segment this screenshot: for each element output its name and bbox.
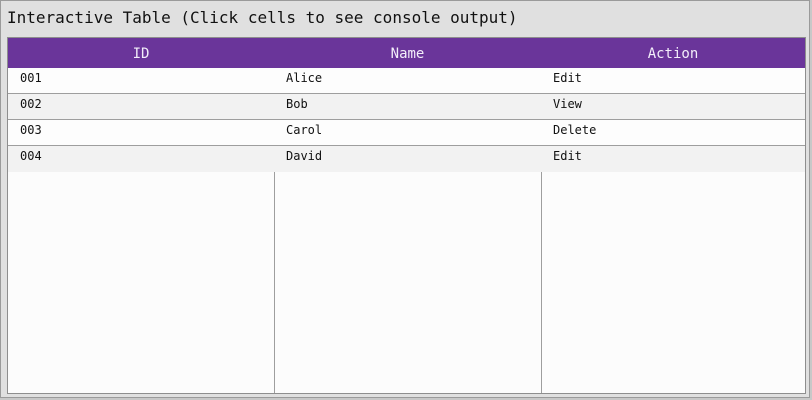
cell-action[interactable]: Edit — [541, 68, 805, 93]
cell-name[interactable]: Bob — [274, 94, 541, 119]
cell-id[interactable]: 003 — [8, 120, 274, 145]
cell-id[interactable]: 002 — [8, 94, 274, 119]
cell-name[interactable]: David — [274, 146, 541, 171]
cell-action[interactable]: View — [541, 94, 805, 119]
column-header-name[interactable]: Name — [274, 38, 541, 68]
cell-name[interactable]: Alice — [274, 68, 541, 93]
window-title: Interactive Table (Click cells to see co… — [7, 8, 518, 27]
table-row[interactable]: 002 Bob View — [8, 94, 805, 120]
table-row[interactable]: 004 David Edit — [8, 146, 805, 172]
cell-action[interactable]: Delete — [541, 120, 805, 145]
column-header-id[interactable]: ID — [8, 38, 274, 68]
column-header-action[interactable]: Action — [541, 38, 805, 68]
cell-id[interactable]: 001 — [8, 68, 274, 93]
data-table: ID Name Action 001 Alice Edit 002 Bob Vi… — [7, 37, 806, 394]
table-row[interactable]: 001 Alice Edit — [8, 68, 805, 94]
cell-name[interactable]: Carol — [274, 120, 541, 145]
table-header: ID Name Action — [8, 38, 805, 68]
cell-id[interactable]: 004 — [8, 146, 274, 171]
table-row[interactable]: 003 Carol Delete — [8, 120, 805, 146]
app-window: Interactive Table (Click cells to see co… — [0, 0, 810, 398]
cell-action[interactable]: Edit — [541, 146, 805, 171]
